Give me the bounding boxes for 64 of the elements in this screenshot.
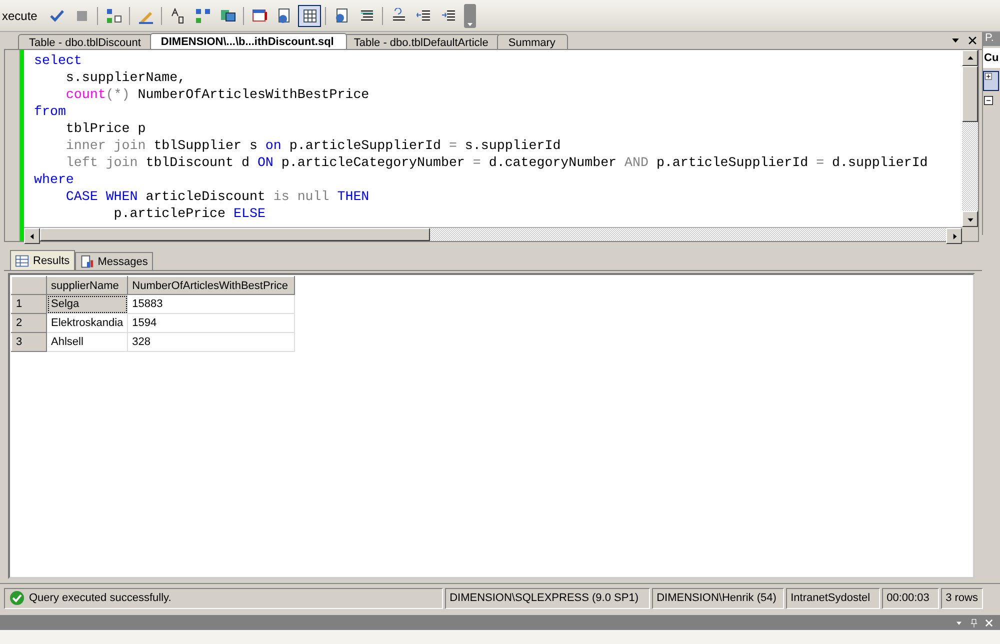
code-line: p.articlePrice ELSE	[112, 205, 266, 222]
scroll-left-button[interactable]	[24, 228, 40, 244]
row-header[interactable]: 3	[12, 332, 46, 352]
column-header[interactable]: NumberOfArticlesWithBestPrice	[128, 276, 295, 294]
status-panel: DIMENSION\SQLEXPRESS (9.0 SP1)	[444, 588, 650, 608]
scroll-up-button[interactable]	[962, 50, 978, 66]
diagram-icon	[106, 8, 122, 24]
code-line: inner join tblSupplier s on p.articleSupplierId = s.supplierId	[64, 137, 562, 154]
panel-field: Cu	[983, 48, 1000, 68]
toolbar-button[interactable]	[298, 4, 322, 26]
execute-button[interactable]: xecute	[0, 8, 40, 22]
row-header[interactable]: 2	[12, 314, 46, 332]
document-tab[interactable]: Summary	[497, 34, 568, 49]
status-message: Query executed successfully.	[29, 592, 172, 604]
scroll-right-button[interactable]	[946, 228, 962, 244]
close-icon	[984, 618, 994, 628]
code-line: select	[34, 52, 83, 69]
indent-icon	[440, 8, 457, 24]
success-icon	[9, 590, 25, 606]
expand-icon	[984, 72, 994, 82]
table-cell: Ahlsell	[46, 332, 128, 352]
alert-window-icon	[252, 8, 268, 24]
code-line: tblPrice p	[64, 120, 147, 137]
computer-icon	[220, 8, 236, 24]
panel-title: P.	[983, 32, 1000, 46]
text-icon	[170, 8, 186, 24]
check-icon	[48, 8, 65, 24]
status-panel: DIMENSION\Henrik (54)	[652, 588, 784, 608]
results-tab[interactable]: Results	[10, 250, 75, 270]
table-cell: 1594	[128, 314, 295, 332]
code-line: from	[34, 103, 67, 120]
lines-icon	[390, 8, 407, 24]
document-tab[interactable]: DIMENSION\...\b...ithDiscount.sql	[150, 33, 347, 49]
table-cell: Selga	[46, 294, 128, 314]
code-line: CASE WHEN articleDiscount is null THEN	[64, 188, 370, 205]
scrollbar-corner	[962, 227, 978, 241]
lines-icon	[358, 8, 375, 24]
code-line: left join tblDiscount d ON p.articleCategoryNumber = d.categoryNumber AND p.articleSupplierId = d.supplierId	[64, 154, 929, 171]
grid-icon	[15, 254, 29, 268]
row-header[interactable]: 1	[12, 294, 46, 314]
grid-icon	[302, 8, 318, 24]
table-cell: 15883	[128, 294, 295, 314]
column-header[interactable]: supplierName	[46, 276, 128, 294]
pin-icon	[969, 618, 979, 628]
collapse-icon	[983, 95, 994, 106]
document-icon	[80, 254, 94, 268]
left-arrow-icon	[28, 232, 36, 240]
close-icon	[967, 35, 978, 46]
table-cell: 328	[128, 332, 295, 352]
code-line: count(*) NumberOfArticlesWithBestPrice	[64, 86, 370, 103]
code-line: s.supplierName,	[64, 69, 187, 86]
code-line: where	[34, 171, 75, 188]
table-cell: Elektroskandia	[46, 314, 128, 332]
status-panel: IntranetSydostel	[786, 588, 880, 608]
diagram-icon	[194, 8, 211, 24]
scrollbar-thumb[interactable]	[40, 228, 430, 241]
results-tab[interactable]: Messages	[74, 252, 153, 270]
indent-icon	[416, 8, 432, 24]
up-arrow-icon	[966, 54, 974, 62]
status-panel: 00:00:03	[882, 588, 939, 608]
scroll-down-button[interactable]	[962, 211, 978, 227]
scrollbar-thumb[interactable]	[962, 66, 978, 122]
document-icon	[334, 8, 350, 24]
status-panel: 3 rows	[940, 588, 983, 608]
